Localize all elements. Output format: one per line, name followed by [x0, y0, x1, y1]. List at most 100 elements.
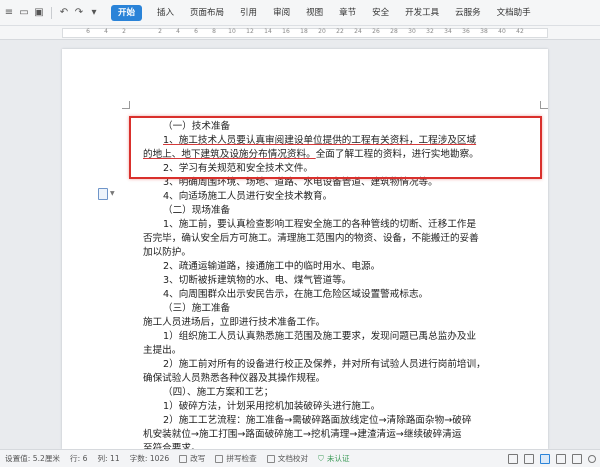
ruler-tick: 28	[390, 28, 398, 35]
quick-access-toolbar: ≡ ▭ ▣ ↶ ↷ ▾	[0, 6, 99, 19]
cert-label: 未认证	[326, 454, 350, 463]
ruler-tick: 6	[194, 28, 198, 35]
revision-label: 改写	[190, 454, 206, 463]
ruler-tick: 20	[318, 28, 326, 35]
redo-icon[interactable]: ↷	[74, 7, 84, 18]
eye-view-icon[interactable]	[508, 453, 518, 464]
heading-tech-prep: （一）技术准备	[163, 121, 231, 132]
underlined-text: 的地上、地下建筑及设施分布情况资料。	[143, 149, 316, 160]
text-line: 加以防护。	[143, 247, 191, 258]
document-page[interactable]	[62, 49, 548, 449]
ruler-tick: 36	[462, 28, 470, 35]
tab-doc-assistant[interactable]: 文档助手	[497, 0, 531, 26]
tab-review[interactable]: 审阅	[273, 0, 290, 26]
heading-site-prep: （二）现场准备	[163, 205, 231, 216]
zoom-icon[interactable]	[588, 454, 596, 463]
toolbar-separator	[51, 6, 52, 19]
status-col: 列: 11	[97, 454, 120, 463]
ruler-tick: 12	[246, 28, 254, 35]
ruler-tick: 24	[354, 28, 362, 35]
ruler-tick: 42	[516, 28, 524, 35]
text-line: 的地上、地下建筑及设施分布情况资料。全面了解工程的资料，进行实地勘察。	[143, 148, 479, 162]
heading-plan: （四）、施工方案和工艺；	[163, 387, 274, 398]
more-icon[interactable]: ▾	[89, 7, 99, 18]
horizontal-ruler[interactable]: 6 4 2 2 4 6 8 10 12 14 16 18 20 22 24 26…	[0, 26, 600, 40]
view-controls	[508, 453, 600, 464]
shield-icon: ⛉	[318, 453, 324, 463]
text-line: 2、疏通运输道路，接通施工中的临时用水、电源。	[163, 261, 381, 272]
text-span: 全面了解工程的资料，进行实地勘察。	[315, 149, 479, 160]
outline-view-icon[interactable]	[524, 453, 534, 464]
tab-view[interactable]: 视图	[306, 0, 323, 26]
ruler-tick: 14	[264, 28, 272, 35]
status-doc-proof[interactable]: 文档校对	[262, 453, 313, 464]
ribbon-tab-bar: ≡ ▭ ▣ ↶ ↷ ▾ 开始 插入 页面布局 引用 审阅 视图 章节 安全 开发…	[0, 0, 600, 26]
ruler-tick: 10	[228, 28, 236, 35]
text-line: 施工人员进场后，立即进行技术准备工作。	[143, 317, 326, 328]
paragraph-icon[interactable]	[98, 188, 108, 200]
text-line: 机安装就位→施工打围→路面破碎施工→挖机清理→建渣清运→继续破碎清运	[143, 429, 462, 440]
ruler-tick: 22	[336, 28, 344, 35]
spell-check-label: 拼写检查	[226, 454, 257, 463]
tab-references[interactable]: 引用	[240, 0, 257, 26]
text-line: 1）破碎方法，计划采用挖机加装破碎头进行施工。	[163, 401, 381, 412]
ruler-tick: 38	[480, 28, 488, 35]
status-row: 行: 6	[70, 454, 88, 463]
text-line: 1）组织施工人员认真熟悉施工范围及施工要求，发现问题已禹总监办及业	[163, 331, 477, 342]
doc-proof-icon	[266, 454, 275, 463]
margin-corner-mark	[122, 101, 130, 109]
tab-page-layout[interactable]: 页面布局	[190, 0, 224, 26]
text-line: 4、向周围群众出示安民告示，在施工危险区域设置警戒标志。	[163, 289, 429, 300]
ruler-tick: 2	[122, 28, 126, 35]
folder-icon[interactable]: ▭	[19, 7, 29, 18]
ruler-tick: 26	[372, 28, 380, 35]
ruler-tick: 32	[426, 28, 434, 35]
text-line: 否完毕，确认安全后方可施工。清理施工范围内的物资、设备，不能搬迁的妥善	[143, 233, 479, 244]
tab-security[interactable]: 安全	[372, 0, 389, 26]
text-line: 2、学习有关规范和安全技术文件。	[163, 163, 314, 174]
text-line: 4、向适场施工人员进行安全技术教育。	[163, 191, 333, 202]
text-line: 1、施工前，要认真检查影响工程安全施工的各种管线的切断、迁移工作是	[163, 219, 477, 230]
status-spell-check[interactable]: 拼写检查	[210, 453, 261, 464]
page-view-icon[interactable]	[540, 453, 550, 464]
chevron-down-icon[interactable]: ▼	[110, 190, 115, 197]
text-line: 3、明确周围环境、场地、道路、水电设备管道、建筑物情况等。	[163, 177, 438, 188]
margin-corner-mark	[540, 101, 548, 109]
ruler-tick: 6	[86, 28, 90, 35]
menu-icon[interactable]: ≡	[4, 7, 14, 18]
undo-icon[interactable]: ↶	[59, 7, 69, 18]
status-word-count[interactable]: 字数: 1026	[125, 453, 175, 464]
ruler-tick: 16	[282, 28, 290, 35]
tab-home[interactable]: 开始	[111, 4, 143, 21]
wps-writer-window: ≡ ▭ ▣ ↶ ↷ ▾ 开始 插入 页面布局 引用 审阅 视图 章节 安全 开发…	[0, 0, 600, 467]
text-line: 3、切断被拆建筑物的水、电、煤气管道等。	[163, 275, 352, 286]
spell-check-icon	[215, 454, 224, 463]
tab-section[interactable]: 章节	[339, 0, 356, 26]
tab-cloud[interactable]: 云服务	[455, 0, 481, 26]
heading-construction-prep: （三）施工准备	[163, 303, 231, 314]
text-line: 1、施工技术人员要认真审阅建设单位提供的工程有关资料，工程涉及区域	[163, 135, 477, 146]
status-position[interactable]: 设置值: 5.2厘米	[0, 453, 65, 464]
text-line: 2）施工工艺流程：施工准备→需破碎路面放线定位→清除路面杂物→破碎	[163, 415, 472, 426]
ruler-tick: 40	[498, 28, 506, 35]
status-cert[interactable]: ⛉ 未认证	[313, 453, 354, 464]
ruler-tick: 4	[176, 28, 180, 35]
text-line: 主提出。	[143, 345, 182, 356]
ruler-tick: 34	[444, 28, 452, 35]
web-view-icon[interactable]	[556, 453, 566, 464]
ruler-tick: 2	[158, 28, 162, 35]
save-icon[interactable]: ▣	[34, 7, 44, 18]
text-line: 确保试验人员熟悉各种仪器及其操作规程。	[143, 373, 326, 384]
revision-icon	[179, 454, 188, 463]
text-line: 2）施工前对所有的设备进行校正及保养，并对所有试验人员进行岗前培训，	[163, 359, 486, 370]
status-revision[interactable]: 改写	[174, 453, 210, 464]
ruler-tick: 8	[212, 28, 216, 35]
tab-insert[interactable]: 插入	[157, 0, 174, 26]
tab-developer[interactable]: 开发工具	[405, 0, 439, 26]
ruler-tick: 4	[104, 28, 108, 35]
read-view-icon[interactable]	[572, 453, 582, 464]
ruler-tick: 30	[408, 28, 416, 35]
status-bar: 设置值: 5.2厘米 行: 6 列: 11 字数: 1026 改写 拼写检查 文…	[0, 449, 600, 467]
ruler-tick: 18	[300, 28, 308, 35]
doc-proof-label: 文档校对	[277, 454, 309, 463]
